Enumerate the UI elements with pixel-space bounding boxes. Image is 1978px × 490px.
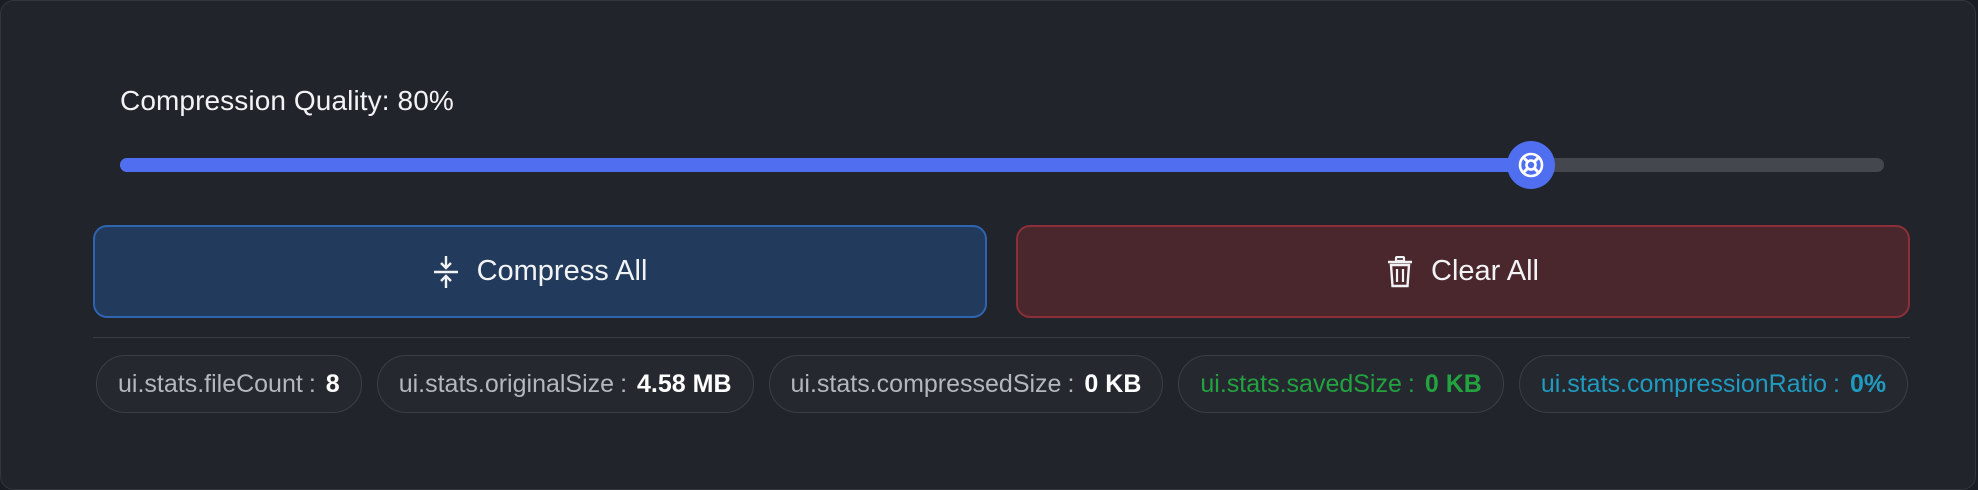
divider <box>93 337 1910 338</box>
stat-value: 8 <box>325 369 340 398</box>
stat-separator: : <box>308 369 316 398</box>
stat-file-count: ui.stats.fileCount : 8 <box>96 355 362 413</box>
stat-original-size: ui.stats.originalSize : 4.58 MB <box>376 355 754 413</box>
stat-compressed-size: ui.stats.compressedSize : 0 KB <box>768 355 1164 413</box>
life-ring-icon <box>1518 152 1544 178</box>
stat-value: 4.58 MB <box>637 369 732 398</box>
stat-label: ui.stats.savedSize <box>1200 369 1402 398</box>
quality-slider-thumb[interactable] <box>1507 141 1556 189</box>
compress-all-button[interactable]: Compress All <box>93 225 987 318</box>
compress-arrows-icon <box>433 255 459 289</box>
quality-slider-fill <box>120 158 1532 172</box>
stats-row: ui.stats.fileCount : 8 ui.stats.original… <box>96 355 1909 413</box>
stat-label: ui.stats.compressedSize <box>790 369 1062 398</box>
stat-label: ui.stats.originalSize <box>398 369 615 398</box>
stat-separator: : <box>620 369 628 398</box>
stat-separator: : <box>1833 369 1840 398</box>
stat-value: 0 KB <box>1424 369 1482 398</box>
clear-all-button[interactable]: Clear All <box>1016 225 1910 318</box>
stat-separator: : <box>1407 369 1415 398</box>
stat-value: 0 KB <box>1084 369 1142 398</box>
clear-all-label: Clear All <box>1431 255 1539 287</box>
stat-label: ui.stats.fileCount <box>118 369 303 398</box>
stat-label: ui.stats.compressionRatio <box>1540 369 1828 398</box>
stat-separator: : <box>1067 369 1075 398</box>
stat-value: 0% <box>1850 369 1887 398</box>
trash-icon <box>1387 255 1413 288</box>
quality-slider[interactable] <box>120 141 1884 189</box>
compress-all-label: Compress All <box>476 255 648 287</box>
stat-compression-ratio: ui.stats.compressionRatio : 0% <box>1518 355 1909 413</box>
compression-quality-label: Compression Quality: 80% <box>120 85 454 116</box>
compression-panel: Compression Quality: 80% Compress All Cl… <box>0 0 1976 490</box>
stat-saved-size: ui.stats.savedSize : 0 KB <box>1178 355 1504 413</box>
